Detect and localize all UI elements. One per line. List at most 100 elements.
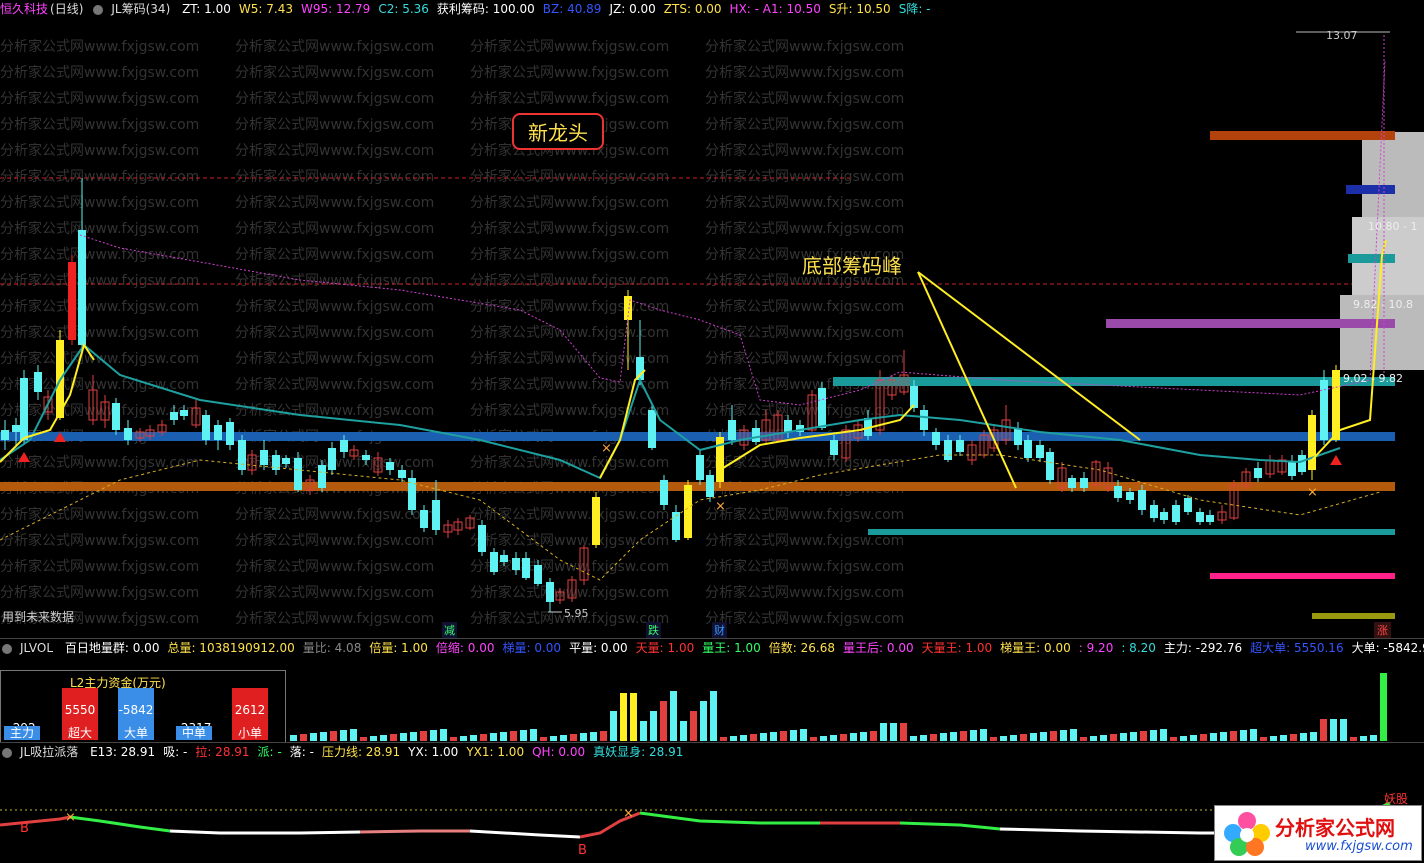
candle-body-6 [68, 262, 76, 340]
volume-bar-58 [870, 731, 877, 741]
candle-body-19 [214, 425, 222, 440]
ma-purple [79, 59, 1386, 406]
volume-bar-104 [1330, 719, 1337, 741]
candlestick-chart[interactable]: ⨯ ⨯ ⨯ [0, 0, 1424, 638]
candle-body-90 [1046, 452, 1054, 480]
xlpl-segment-8 [899, 821, 1001, 831]
candle-body-45 [512, 558, 520, 570]
volume-bar-85 [1140, 731, 1147, 741]
xlpl-segment-0 [0, 815, 71, 827]
volume-bar-42 [710, 691, 717, 741]
chip-bar-4 [833, 377, 1395, 386]
volume-bar-23 [520, 730, 527, 741]
candle-body-55 [648, 410, 656, 448]
volume-bar-1 [300, 734, 307, 741]
volume-bar-34 [630, 693, 637, 741]
volume-bar-82 [1110, 734, 1117, 741]
volume-bar-62 [910, 736, 917, 741]
volume-bar-77 [1060, 730, 1067, 741]
candle-body-28 [318, 465, 326, 488]
volume-bar-41 [700, 701, 707, 741]
volume-bar-16 [450, 737, 457, 741]
volume-bar-19 [480, 734, 487, 741]
volume-bar-46 [750, 734, 757, 741]
cross-marker-icon-1: ⨯ [715, 499, 726, 514]
cross-marker-icon-b1: ⨯ [623, 806, 634, 821]
volume-bar-67 [960, 731, 967, 741]
tag-b-left: B [20, 821, 29, 836]
candle-body-23 [260, 450, 268, 465]
candle-body-35 [398, 470, 406, 478]
volume-bar-36 [650, 711, 657, 741]
candle-body-100 [1160, 512, 1168, 520]
volume-bar-6 [350, 729, 357, 741]
volume-bar-101 [1300, 733, 1307, 741]
volume-bar-11 [400, 733, 407, 741]
volume-bar-30 [590, 732, 597, 741]
fund-label-0: 主力 [4, 726, 40, 740]
candle-body-47 [534, 565, 542, 584]
price-panel[interactable]: 恒久科技 (日线) JL筹码(34) ZT: 1.00 W5: 7.43 W95: 12… [0, 0, 1424, 638]
volume-bar-20 [490, 733, 497, 741]
xlpl-segment-3 [359, 829, 470, 834]
volume-bar-10 [390, 734, 397, 741]
candle-body-112 [1298, 455, 1306, 472]
xlpl-chart[interactable]: ⨯ ⨯ [0, 743, 1424, 863]
volume-bar-18 [470, 735, 477, 741]
fund-label-4: 小单 [232, 726, 268, 740]
volume-bar-5 [340, 730, 347, 741]
xlpl-panel[interactable]: JL吸拉派落 E13: 28.91 吸: - 拉: 28.91 派: - 落: - 压力线… [0, 742, 1424, 863]
volume-bar-47 [760, 733, 767, 741]
candle-body-3 [34, 372, 42, 392]
candle-body-56 [660, 480, 668, 505]
fund-value-3: -2317 [176, 706, 212, 735]
volume-bar-29 [580, 733, 587, 741]
tag-b-middle: B [578, 843, 587, 858]
fund-value-1: 5550 [62, 688, 98, 726]
candle-body-111 [1288, 462, 1296, 476]
volume-bar-109 [1380, 673, 1387, 741]
candle-body-64 [752, 428, 760, 442]
volume-bar-93 [1220, 732, 1227, 741]
candle-body-44 [500, 555, 508, 562]
candle-body-48 [546, 582, 554, 602]
volume-bar-25 [540, 737, 547, 741]
volume-bar-55 [840, 734, 847, 741]
candle-body-62 [728, 420, 736, 440]
candle-body-59 [696, 455, 704, 480]
candle-body-26 [294, 458, 302, 490]
volume-bar-86 [1150, 730, 1157, 741]
xlpl-segment-6 [639, 811, 820, 825]
volume-bar-102 [1310, 732, 1317, 741]
volume-bar-66 [950, 732, 957, 741]
candle-body-30 [340, 440, 348, 452]
candle-body-18 [202, 415, 210, 440]
tag-zhang: 涨 [1374, 622, 1391, 638]
candle-body-7 [78, 230, 86, 345]
candle-body-2 [20, 378, 28, 440]
volume-bar-60 [890, 723, 897, 741]
candle-body-21 [238, 440, 246, 470]
candle-body-97 [1126, 492, 1134, 500]
fund-value-2: -5842 [118, 688, 154, 726]
fund-value-4: 2612 [232, 688, 268, 726]
volume-bar-43 [720, 737, 727, 741]
volume-bar-96 [1250, 729, 1257, 741]
ma-cyan [0, 343, 1341, 480]
candle-body-113 [1308, 415, 1316, 470]
fund-label-3: 中单 [176, 726, 212, 740]
volume-bar-13 [420, 731, 427, 741]
volume-bar-71 [1000, 736, 1007, 741]
volume-bar-98 [1270, 736, 1277, 741]
signal-line-left [0, 342, 95, 463]
candle-body-96 [1114, 486, 1122, 498]
volume-bar-40 [690, 711, 697, 741]
candle-body-10 [112, 403, 120, 430]
volume-bar-61 [900, 723, 907, 741]
fund-label-1: 超大 [62, 726, 98, 740]
volume-bar-106 [1350, 737, 1357, 741]
tag-jian: 减 [442, 622, 457, 638]
volume-bar-90 [1190, 735, 1197, 741]
tag-die: 跌 [646, 622, 661, 638]
fund-label-2: 大单 [118, 726, 154, 740]
